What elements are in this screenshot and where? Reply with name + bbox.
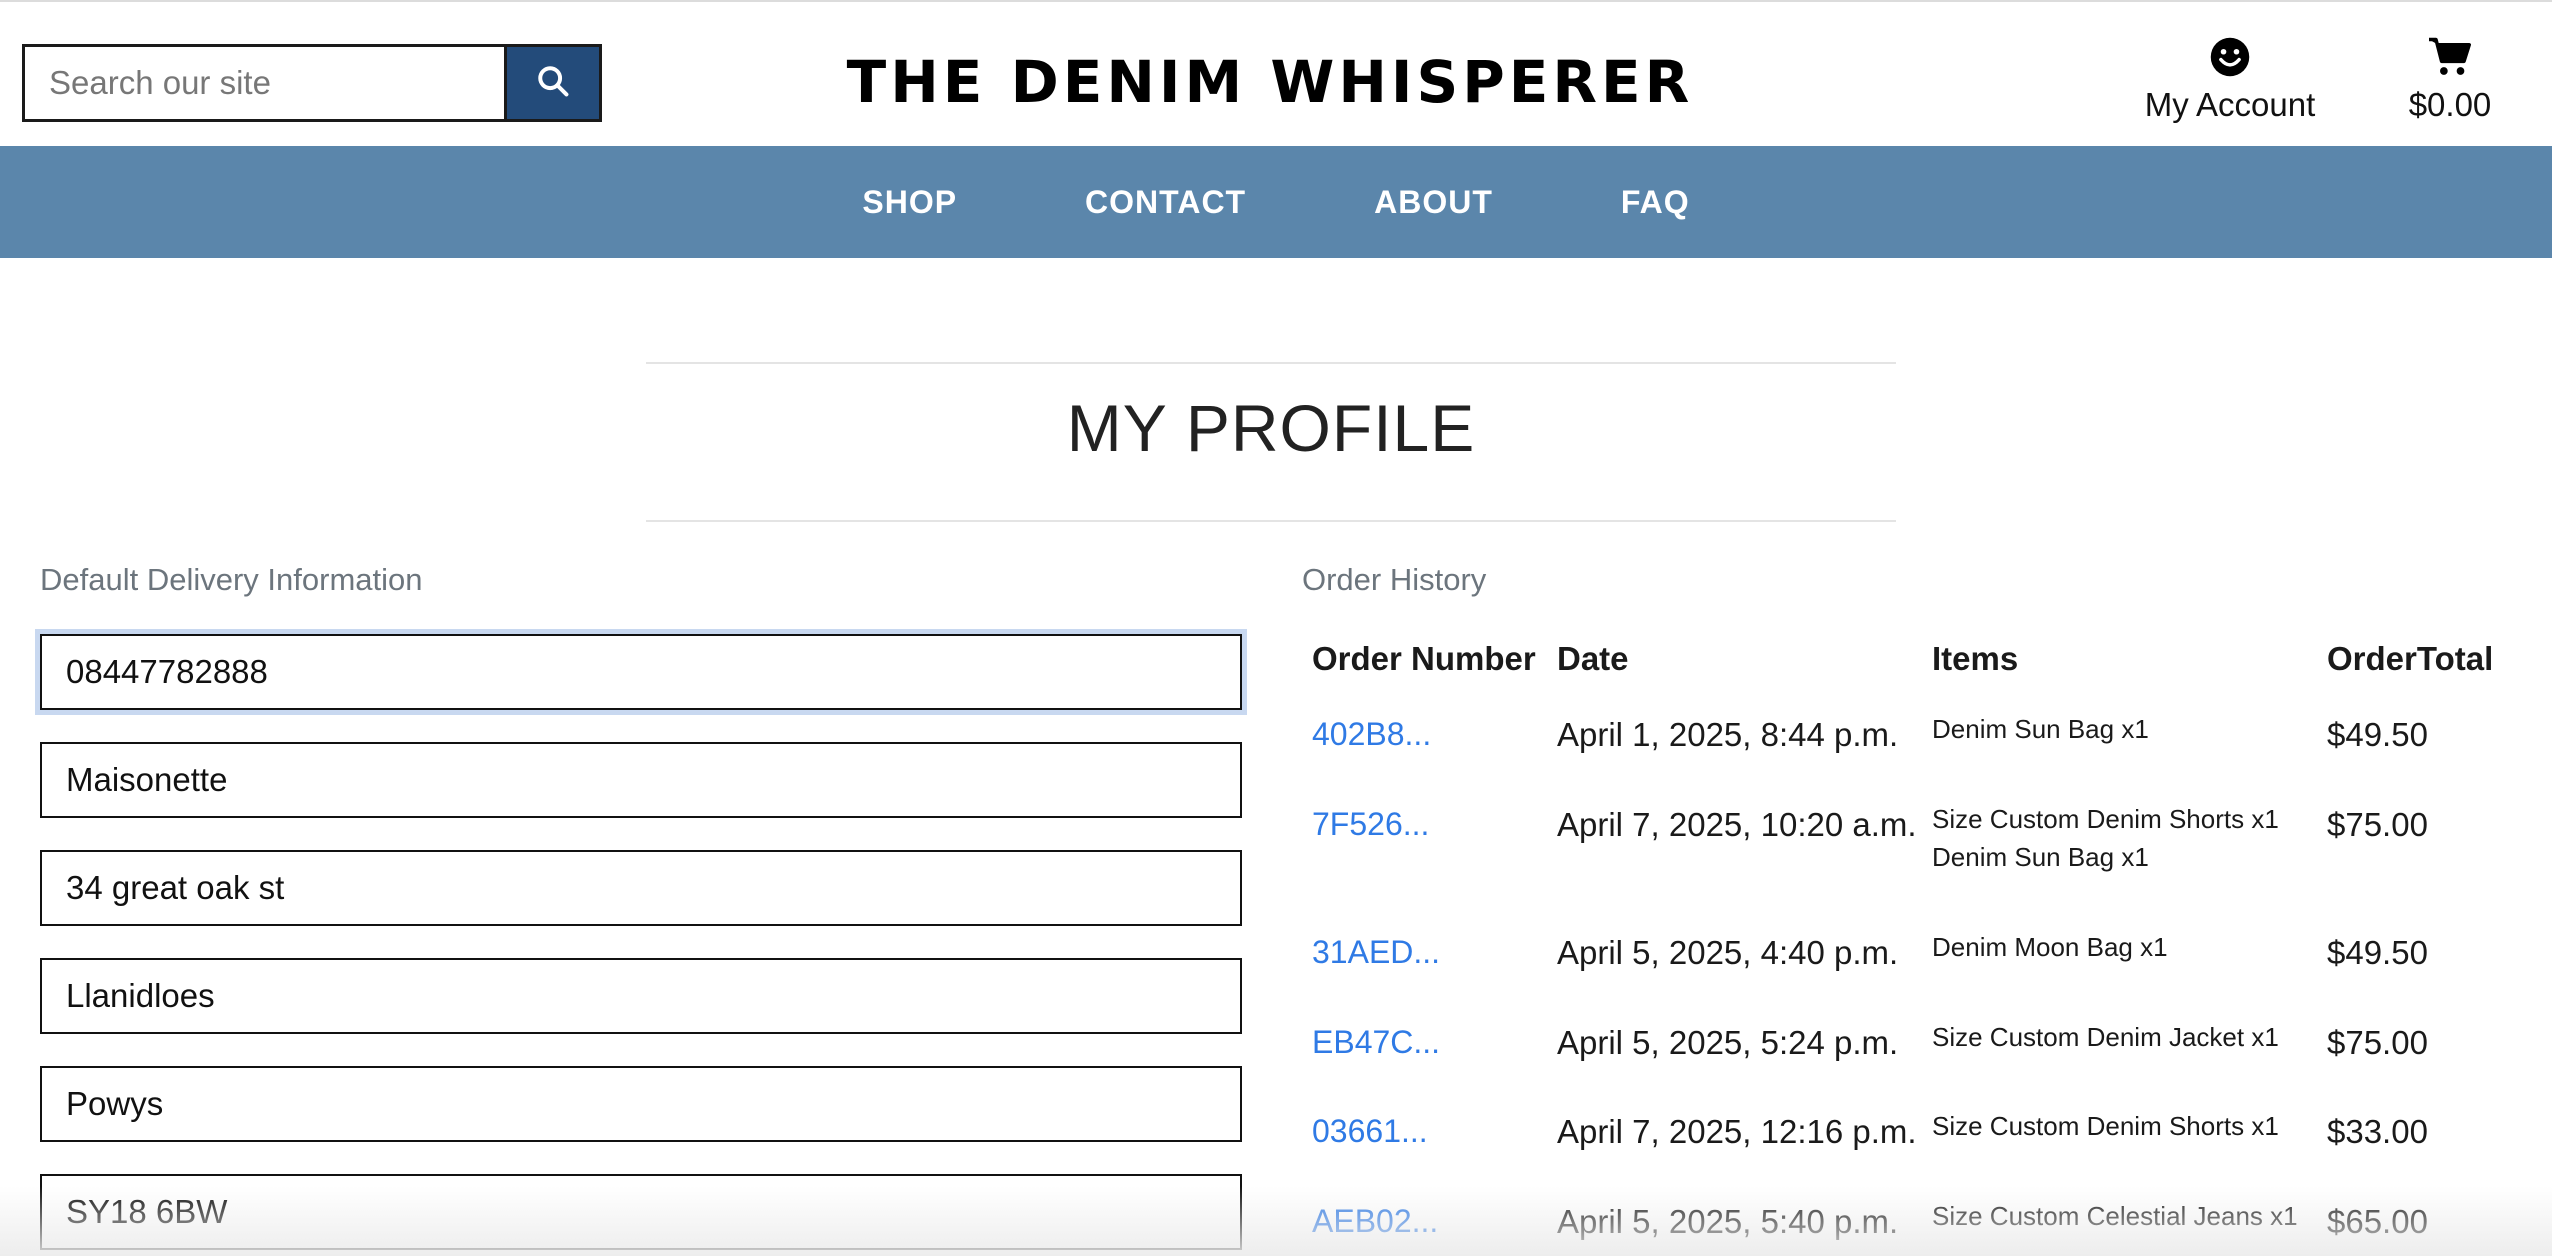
order-number-link[interactable]: 31AED... (1312, 934, 1440, 971)
col-header-items: Items (1932, 640, 2019, 677)
title-divider-bottom (646, 520, 1896, 522)
order-item: Size Custom Celestial Jeans x1 (1932, 1201, 2298, 1231)
order-date: April 5, 2025, 5:24 p.m. (1557, 1024, 1899, 1061)
nav-item-contact[interactable]: CONTACT (1085, 184, 1246, 221)
order-total: $75.00 (2327, 806, 2428, 843)
postcode-field[interactable] (40, 1174, 1242, 1250)
order-items: Size Custom Denim Shorts x1 Denim Sun Ba… (1932, 800, 2279, 876)
order-date: April 5, 2025, 5:40 p.m. (1557, 1203, 1899, 1240)
title-divider-top (646, 362, 1896, 364)
order-history-label: Order History (1302, 562, 1487, 597)
search-button[interactable] (504, 44, 602, 122)
order-item: Denim Moon Bag x1 (1932, 932, 2168, 962)
order-item: Denim Sun Bag x1 (1932, 714, 2149, 744)
site-logo[interactable]: THE DENIM WHISPERER (847, 42, 1690, 122)
order-item: Size Custom Denim Shorts x1 (1932, 804, 2279, 834)
site-header: THE DENIM WHISPERER My Account $0.00 (0, 2, 2552, 146)
phone-field[interactable] (40, 634, 1242, 710)
main-nav: SHOP CONTACT ABOUT FAQ (0, 146, 2552, 258)
order-total: $65.00 (2327, 1203, 2428, 1240)
search-icon (536, 64, 570, 103)
order-items: Size Custom Celestial Jeans x1 (1932, 1197, 2298, 1235)
order-number-link[interactable]: 7F526... (1312, 806, 1429, 843)
address-line2-field[interactable] (40, 850, 1242, 926)
county-field[interactable] (40, 1066, 1242, 1142)
order-total: $49.50 (2327, 934, 2428, 971)
nav-item-shop[interactable]: SHOP (862, 184, 957, 221)
account-label: My Account (2144, 86, 2316, 123)
order-item: Size Custom Denim Jacket x1 (1932, 1022, 2279, 1052)
order-items: Size Custom Denim Jacket x1 (1932, 1018, 2279, 1056)
col-header-date: Date (1557, 640, 1629, 677)
order-number-link[interactable]: EB47C... (1312, 1024, 1440, 1061)
cart-icon (2427, 36, 2473, 80)
nav-item-faq[interactable]: FAQ (1621, 184, 1690, 221)
my-account-link[interactable]: My Account (2140, 36, 2320, 126)
order-date: April 7, 2025, 10:20 a.m. (1557, 806, 1917, 843)
order-items: Size Custom Denim Shorts x1 (1932, 1107, 2279, 1145)
cart-link[interactable]: $0.00 (2390, 36, 2510, 126)
order-total: $49.50 (2327, 716, 2428, 753)
order-item: Size Custom Denim Shorts x1 (1932, 1111, 2279, 1141)
nav-item-about[interactable]: ABOUT (1374, 184, 1493, 221)
order-date: April 1, 2025, 8:44 p.m. (1557, 716, 1899, 753)
col-header-order-total: OrderTotal (2327, 640, 2494, 677)
order-items: Denim Moon Bag x1 (1932, 928, 2168, 966)
order-item: Denim Sun Bag x1 (1932, 842, 2149, 872)
col-header-order-number: Order Number (1312, 640, 1536, 677)
town-field[interactable] (40, 958, 1242, 1034)
order-number-link[interactable]: 03661... (1312, 1113, 1428, 1150)
order-total: $75.00 (2327, 1024, 2428, 1061)
address-line1-field[interactable] (40, 742, 1242, 818)
order-date: April 7, 2025, 12:16 p.m. (1557, 1113, 1917, 1150)
smiley-icon (2209, 36, 2251, 80)
order-number-link[interactable]: 402B8... (1312, 716, 1431, 753)
order-date: April 5, 2025, 4:40 p.m. (1557, 934, 1899, 971)
order-number-link[interactable]: AEB02... (1312, 1203, 1438, 1240)
page-title: MY PROFILE (1066, 391, 1476, 465)
cart-total: $0.00 (2408, 86, 2492, 123)
delivery-section-label: Default Delivery Information (40, 562, 423, 597)
search-form (22, 44, 602, 122)
order-items: Denim Sun Bag x1 (1932, 710, 2149, 748)
order-total: $33.00 (2327, 1113, 2428, 1150)
search-input[interactable] (22, 44, 504, 122)
